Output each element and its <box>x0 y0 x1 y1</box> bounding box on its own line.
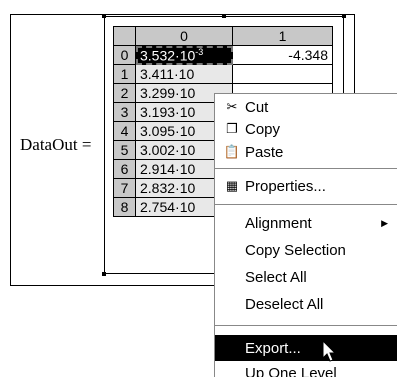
context-menu: ✂ Cut ❐ Copy 📋 Paste ▦ Properties... Ali… <box>214 93 397 377</box>
menu-item-up-one-level[interactable]: Up One Level <box>215 360 397 377</box>
table-row: 0 3.532·10-3 -4.348 <box>114 46 333 65</box>
menu-separator <box>215 168 397 169</box>
column-header-0[interactable]: 0 <box>136 27 233 46</box>
cell-value[interactable]: -4.348 <box>233 46 333 65</box>
menu-item-copy-selection[interactable]: Copy Selection <box>215 237 397 263</box>
menu-item-label: Up One Level <box>245 365 337 377</box>
row-header[interactable]: 5 <box>114 141 136 160</box>
row-header[interactable]: 6 <box>114 160 136 179</box>
cell-value[interactable]: 3.411·10 <box>136 65 233 84</box>
menu-item-label: Copy Selection <box>245 242 346 259</box>
cell-value: 3.532·10 <box>140 47 195 63</box>
row-header[interactable]: 8 <box>114 198 136 217</box>
menu-item-label: Properties... <box>245 178 326 195</box>
menu-item-alignment[interactable]: Alignment ▶ <box>215 210 397 236</box>
selected-cell[interactable]: 3.532·10-3 <box>136 46 233 65</box>
row-header[interactable]: 3 <box>114 103 136 122</box>
column-header-1[interactable]: 1 <box>233 27 333 46</box>
menu-item-label: Alignment <box>245 215 312 232</box>
selection-handle[interactable] <box>102 272 106 276</box>
corner-header <box>114 27 136 46</box>
selection-handle[interactable] <box>102 14 106 18</box>
cell-value[interactable] <box>233 65 333 84</box>
menu-separator <box>215 325 397 326</box>
menu-item-label: Deselect All <box>245 296 323 313</box>
cell-exponent: -3 <box>195 47 203 57</box>
properties-icon: ▦ <box>221 178 243 194</box>
mouse-pointer-icon <box>322 340 338 364</box>
row-header[interactable]: 0 <box>114 46 136 65</box>
menu-item-label: Copy <box>245 121 280 138</box>
menu-item-deselect-all[interactable]: Deselect All <box>215 291 397 317</box>
row-header[interactable]: 7 <box>114 179 136 198</box>
menu-item-label: Select All <box>245 269 307 286</box>
menu-item-properties[interactable]: ▦ Properties... <box>215 173 397 199</box>
menu-item-paste[interactable]: 📋 Paste <box>215 139 397 165</box>
dataout-label: DataOut = <box>20 135 91 155</box>
menu-item-label: Export... <box>245 340 301 357</box>
copy-icon: ❐ <box>221 121 243 137</box>
row-header[interactable]: 2 <box>114 84 136 103</box>
grid-header-row: 0 1 <box>114 27 333 46</box>
menu-separator <box>215 204 397 205</box>
menu-item-export[interactable]: Export... <box>215 335 397 361</box>
row-header[interactable]: 4 <box>114 122 136 141</box>
menu-item-label: Cut <box>245 99 268 116</box>
row-header[interactable]: 1 <box>114 65 136 84</box>
scissors-icon: ✂ <box>221 99 243 115</box>
paste-icon: 📋 <box>221 144 243 160</box>
selection-handle[interactable] <box>342 14 346 18</box>
table-row: 1 3.411·10 <box>114 65 333 84</box>
menu-item-select-all[interactable]: Select All <box>215 264 397 290</box>
menu-item-label: Paste <box>245 144 283 161</box>
selection-handle[interactable] <box>222 14 226 18</box>
submenu-arrow-icon: ▶ <box>381 218 388 229</box>
